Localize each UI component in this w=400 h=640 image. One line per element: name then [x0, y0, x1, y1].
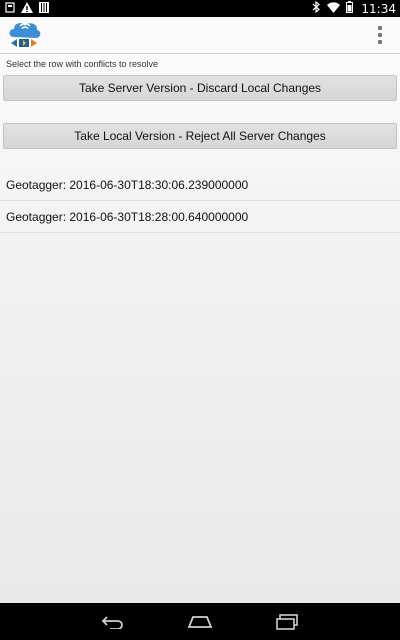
list-item[interactable]: Geotagger: 2016-06-30T18:30:06.239000000 [0, 169, 400, 201]
back-icon[interactable] [93, 607, 133, 637]
wifi-icon [327, 1, 341, 16]
list-item[interactable]: Geotagger: 2016-06-30T18:28:00.640000000 [0, 201, 400, 233]
app-logo-icon[interactable] [6, 17, 42, 54]
navigation-bar [0, 603, 400, 640]
take-server-version-button[interactable]: Take Server Version - Discard Local Chan… [3, 75, 397, 101]
instruction-text: Select the row with conflicts to resolve [6, 59, 159, 69]
bluetooth-icon [312, 0, 321, 16]
app-screen: 11:34 Select the row with conflicts to r… [0, 0, 400, 640]
conflict-list: Geotagger: 2016-06-30T18:30:06.239000000… [0, 169, 400, 233]
status-bar: 11:34 [0, 0, 400, 17]
barcode-icon [39, 1, 49, 16]
take-local-version-button[interactable]: Take Local Version - Reject All Server C… [3, 123, 397, 149]
status-left-icons [5, 1, 49, 16]
recent-apps-icon[interactable] [267, 607, 307, 637]
notification-square-icon [5, 1, 15, 16]
status-time: 11:34 [361, 1, 396, 16]
status-right-icons: 11:34 [312, 0, 396, 16]
overflow-menu-icon[interactable] [372, 23, 388, 47]
action-bar [0, 17, 400, 54]
home-icon[interactable] [180, 607, 220, 637]
warning-icon [21, 1, 33, 16]
battery-icon [346, 1, 354, 16]
conflict-resolution-panel: Select the row with conflicts to resolve… [0, 54, 400, 603]
